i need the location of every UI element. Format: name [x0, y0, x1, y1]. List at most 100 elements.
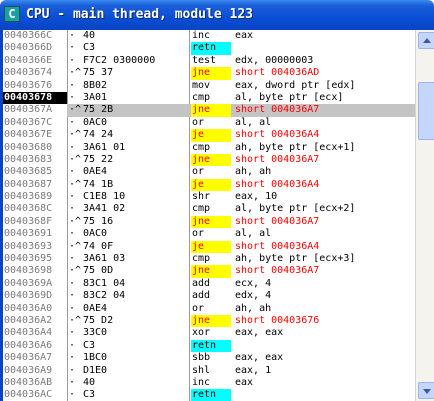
hex-bytes-cell: C1E8 10: [83, 191, 126, 203]
mnemonic-cell: jne: [191, 314, 231, 328]
mnemonic-cell: cmp: [192, 253, 211, 265]
address-cell: 0040367E: [3, 129, 67, 142]
jump-marker: ·: [69, 116, 76, 128]
hex-bytes-cell: 0AE4: [83, 166, 108, 178]
jump-marker: ·: [69, 79, 76, 91]
operands-cell: short 00403676: [235, 314, 320, 326]
operands-cell: al, al: [235, 116, 272, 128]
disassembly-row[interactable]: 0040369D · 83C2 04 add edx, 4: [3, 290, 415, 303]
hex-bytes-cell: 83C1 04: [83, 277, 126, 289]
disassembly-row[interactable]: 0040368F ·^ 75 16 jne short 004036A7: [3, 215, 415, 229]
hex-bytes-cell: 1BC0: [83, 352, 108, 364]
disassembly-row[interactable]: 0040367C · 0AC0 or al, al: [3, 116, 415, 130]
address-cell: 00403680: [3, 141, 67, 154]
disassembly-row[interactable]: 00403689 · C1E8 10 shr eax, 10: [3, 191, 415, 204]
disassembly-row[interactable]: 004036A2 ·^ 75 D2 jne short 00403676: [3, 314, 415, 328]
disassembly-row[interactable]: 0040366E · F7C2 0300000 test edx, 00000003: [3, 54, 415, 68]
address-cell: 0040368F: [3, 215, 67, 229]
address-cell: 004036A7: [3, 352, 67, 365]
disassembly-row[interactable]: 0040367E ·^ 74 24 je short 004036A4: [3, 129, 415, 142]
window-title: CPU - main thread, module 123: [26, 7, 253, 22]
mnemonic-cell: or: [192, 228, 205, 240]
address-cell: 0040366D: [3, 42, 67, 55]
address-cell: 00403691: [3, 228, 67, 241]
mnemonic-cell: je: [191, 178, 231, 192]
disassembly-row[interactable]: 004036A0 · 0AE4 or ah, ah: [3, 302, 415, 315]
disassembly-row[interactable]: 00403680 · 3A61 01 cmp ah, byte ptr [ecx+1]: [3, 141, 415, 154]
mnemonic-cell: shl: [192, 364, 211, 376]
jump-marker: ·: [69, 166, 76, 178]
jump-marker: ·^: [69, 129, 82, 141]
operands-cell: short 004036A7: [235, 265, 320, 277]
disassembly-row[interactable]: 00403685 · 0AE4 or ah, ah: [3, 166, 415, 179]
disassembly-row[interactable]: 00403687 ·^ 74 1B je short 004036A4: [3, 178, 415, 192]
operands-cell: ah, ah: [235, 166, 272, 178]
disassembly-pane[interactable]: 0040366C · 40 inc eax 0040366D · C3 retn 0040366E…: [3, 30, 415, 401]
jump-marker: ·: [69, 191, 76, 203]
mnemonic-cell: add: [192, 277, 211, 289]
mnemonic-cell: jne: [191, 153, 231, 167]
hex-bytes-cell: 75 0D: [83, 265, 114, 277]
jump-marker: ·: [69, 277, 76, 289]
operands-cell: ecx, 4: [235, 277, 272, 289]
hex-bytes-cell: 74 1B: [83, 178, 114, 190]
hex-bytes-cell: F7C2 0300000: [83, 54, 156, 66]
mnemonic-cell: shr: [192, 191, 211, 203]
jump-marker: ·: [69, 228, 76, 240]
hex-bytes-cell: 0AE4: [83, 302, 108, 314]
cpu-window-icon: C: [4, 6, 20, 22]
disassembly-row[interactable]: 00403683 ·^ 75 22 jne short 004036A7: [3, 153, 415, 167]
disassembly-row[interactable]: 00403698 ·^ 75 0D jne short 004036A7: [3, 265, 415, 278]
disassembly-row[interactable]: 0040368C · 3A41 02 cmp al, byte ptr [ecx+2]: [3, 203, 415, 216]
scroll-thumb[interactable]: [418, 82, 434, 140]
operands-cell: ah, byte ptr [ecx+3]: [235, 253, 356, 265]
jump-marker: ·^: [69, 314, 82, 326]
disassembly-row[interactable]: 004036A9 · D1E0 shl eax, 1: [3, 364, 415, 377]
hex-bytes-cell: D1E0: [83, 364, 108, 376]
disassembly-row[interactable]: 00403674 ·^ 75 37 jne short 004036AD: [3, 67, 415, 80]
disassembly-row[interactable]: 00403676 · 8B02 mov eax, dword ptr [edx]: [3, 79, 415, 92]
address-cell: 00403685: [3, 166, 67, 179]
address-cell: 004036A0: [3, 302, 67, 315]
disassembly-row[interactable]: 004036A4 · 33C0 xor eax, eax: [3, 327, 415, 340]
disassembly-row[interactable]: 0040366C · 40 inc eax: [3, 30, 415, 43]
hex-bytes-cell: 40: [83, 30, 96, 41]
address-cell: 0040368C: [3, 203, 67, 216]
disassembly-row[interactable]: 004036A6 · C3 retn: [3, 339, 415, 353]
disassembly-row[interactable]: 0040369A · 83C1 04 add ecx, 4: [3, 277, 415, 291]
jump-marker: ·: [69, 141, 76, 153]
scroll-down-button[interactable]: [418, 382, 434, 399]
hex-bytes-cell: 0AC0: [83, 116, 108, 128]
vertical-scrollbar[interactable]: [415, 30, 434, 401]
jump-marker: ·: [69, 91, 76, 103]
operands-cell: eax, eax: [235, 352, 284, 364]
hex-bytes-cell: 3A61 01: [83, 141, 126, 153]
mnemonic-cell: or: [192, 116, 205, 128]
disassembly-row[interactable]: 004036AC · C3 retn: [3, 389, 415, 401]
disassembly-row[interactable]: 004036A7 · 1BC0 sbb eax, eax: [3, 352, 415, 365]
operands-cell: al, byte ptr [ecx+2]: [235, 203, 356, 215]
jump-marker: ·^: [69, 104, 82, 116]
mnemonic-cell: sbb: [192, 352, 211, 364]
disassembly-row[interactable]: 0040367A ·^ 75 2B jne short 004036A7: [3, 104, 415, 117]
mnemonic-cell: cmp: [192, 203, 211, 215]
address-cell: 0040369D: [3, 290, 67, 303]
address-cell: 004036AC: [3, 389, 67, 401]
arrow-down-icon: [423, 389, 431, 394]
disassembly-row[interactable]: 00403678 · 3A01 cmp al, byte ptr [ecx]: [3, 91, 415, 105]
disassembly-row[interactable]: 00403691 · 0AC0 or al, al: [3, 228, 415, 241]
mnemonic-cell: retn: [191, 42, 231, 55]
disassembly-row[interactable]: 00403693 ·^ 74 0F je short 004036A4: [3, 240, 415, 254]
disassembly-row[interactable]: 0040366D · C3 retn: [3, 42, 415, 55]
scroll-up-button[interactable]: [418, 32, 434, 49]
jump-marker: ·^: [69, 178, 82, 190]
address-cell: 0040367A: [3, 104, 67, 117]
hex-bytes-cell: 3A01: [83, 91, 108, 103]
title-bar[interactable]: C CPU - main thread, module 123: [0, 0, 434, 30]
jump-marker: ·: [69, 327, 76, 339]
disassembly-row[interactable]: 004036AB · 40 inc eax: [3, 376, 415, 390]
hex-bytes-cell: 0AC0: [83, 228, 108, 240]
cpu-window-client: 0040366C · 40 inc eax 0040366D · C3 retn 0040366E…: [0, 30, 434, 401]
disassembly-row[interactable]: 00403695 · 3A61 03 cmp ah, byte ptr [ecx+3]: [3, 253, 415, 266]
operands-cell: edx, 00000003: [235, 54, 314, 66]
